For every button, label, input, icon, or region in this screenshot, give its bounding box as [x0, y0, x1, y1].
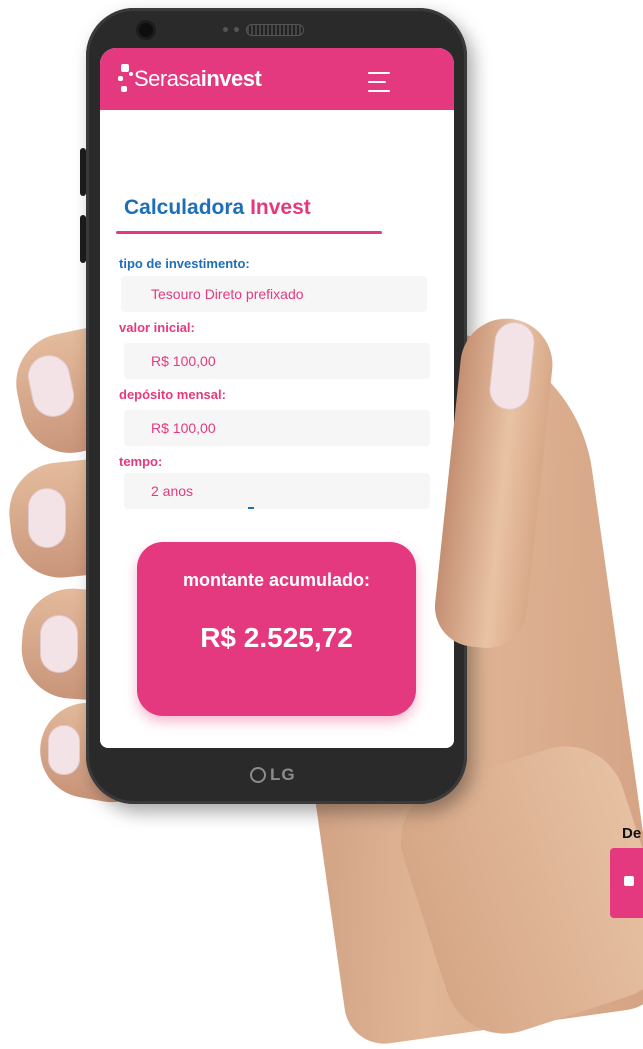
phone-brand-logo: LG	[250, 764, 310, 786]
cropped-logo-icon	[624, 876, 634, 886]
initial-value-label: valor inicial:	[119, 320, 195, 335]
phone-sensor	[234, 27, 239, 32]
calculator-title: Calculadora Invest	[124, 196, 311, 220]
phone-brand-text: LG	[270, 765, 296, 784]
fingernail	[28, 488, 66, 548]
calculator-title-part1: Calculadora	[124, 196, 245, 219]
time-text: 2 anos	[151, 483, 194, 499]
phone-sensor	[223, 27, 228, 32]
hamburger-menu-icon[interactable]	[368, 72, 390, 94]
title-underline	[116, 231, 382, 234]
app-header: Serasa invest	[100, 48, 454, 110]
monthly-deposit-label: depósito mensal:	[119, 387, 226, 402]
cropped-pink-card[interactable]	[610, 848, 643, 918]
logo-text-serasa: Serasa	[134, 66, 201, 91]
fingernail	[40, 615, 78, 673]
accumulated-amount-label: montante acumulado:	[182, 570, 370, 590]
initial-value-text: R$ 100,00	[151, 353, 216, 369]
monthly-deposit-input[interactable]: R$ 100,00	[124, 410, 430, 446]
time-label: tempo:	[119, 454, 163, 469]
field-divider-mark	[248, 507, 254, 509]
time-input[interactable]: 2 anos	[124, 473, 430, 509]
phone-speaker	[246, 24, 304, 36]
initial-value-input[interactable]: R$ 100,00	[124, 343, 430, 379]
cropped-heading: De	[622, 825, 642, 842]
serasa-logo-mark-icon	[118, 64, 133, 94]
investment-type-select[interactable]: Tesouro Direto prefixado	[121, 276, 427, 312]
logo-text-invest: invest	[200, 66, 262, 91]
investment-type-label: tipo de investimento:	[119, 256, 250, 271]
front-camera	[139, 23, 153, 37]
monthly-deposit-text: R$ 100,00	[151, 420, 216, 436]
accumulated-amount-value: R$ 2.525,72	[200, 622, 353, 653]
phone-screen: Serasa invest Calculadora Invest tipo de …	[100, 48, 454, 748]
serasa-invest-logo[interactable]: Serasa invest	[118, 64, 262, 94]
investment-type-value: Tesouro Direto prefixado	[151, 286, 304, 302]
lg-logo-icon	[250, 767, 266, 783]
calculator-title-part2: Invest	[250, 196, 311, 219]
fingernail	[48, 725, 80, 775]
result-card: montante acumulado: R$ 2.525,72	[137, 542, 416, 716]
